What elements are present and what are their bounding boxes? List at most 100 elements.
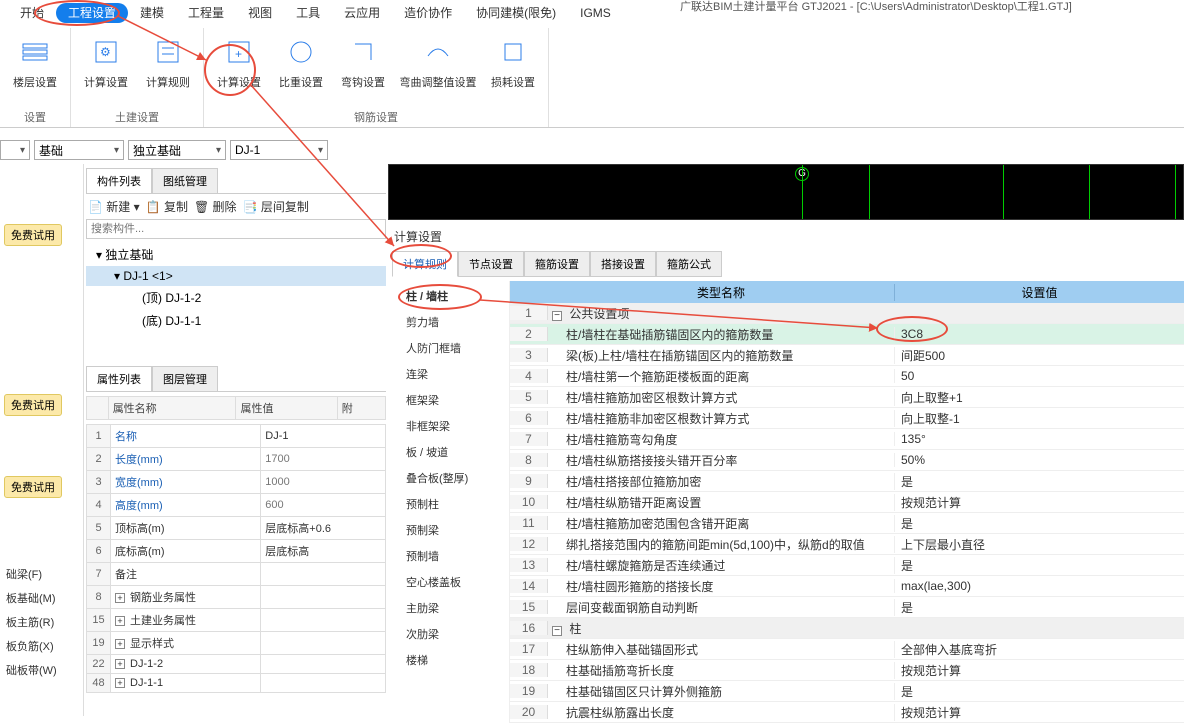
menu-quantity[interactable]: 工程量: [176, 3, 236, 23]
loss-settings-button[interactable]: 损耗设置: [486, 32, 540, 107]
calc-row[interactable]: 20抗震柱纵筋露出长度按规范计算: [510, 702, 1184, 723]
trial-button[interactable]: 免费试用: [4, 476, 62, 498]
calc-tab-lap[interactable]: 搭接设置: [590, 251, 656, 277]
calc-side-item[interactable]: 主肋梁: [388, 595, 509, 621]
calc-row[interactable]: 9柱/墙柱搭接部位箍筋加密是: [510, 471, 1184, 492]
menu-igms[interactable]: IGMS: [568, 3, 623, 23]
calc-row[interactable]: 1− 公共设置项: [510, 303, 1184, 324]
calc-side-item[interactable]: 剪力墙: [388, 309, 509, 335]
calc-side-item[interactable]: 预制梁: [388, 517, 509, 543]
search-input[interactable]: [86, 219, 386, 239]
calc-row[interactable]: 14柱/墙柱圆形箍筋的搭接长度max(lae,300): [510, 576, 1184, 597]
calc-row[interactable]: 19柱基础锚固区只计算外侧箍筋是: [510, 681, 1184, 702]
tree-item[interactable]: ▾ 独立基础: [86, 243, 386, 266]
calc-row[interactable]: 15层间变截面钢筋自动判断是: [510, 597, 1184, 618]
trial-button[interactable]: 免费试用: [4, 224, 62, 246]
calc-side-item[interactable]: 楼梯: [388, 647, 509, 673]
menu-tools[interactable]: 工具: [284, 3, 332, 23]
calc-row[interactable]: 7柱/墙柱箍筋弯勾角度135°: [510, 429, 1184, 450]
calc-row[interactable]: 2柱/墙柱在基础插筋锚固区内的箍筋数量3C8: [510, 324, 1184, 345]
tab-layer-mgmt[interactable]: 图层管理: [152, 366, 218, 391]
property-rows: 1名称DJ-12长度(mm)17003宽度(mm)10004高度(mm)6005…: [86, 424, 386, 693]
calc-side-item[interactable]: 非框架梁: [388, 413, 509, 439]
tree-item[interactable]: (底) DJ-1-1: [86, 309, 386, 332]
calc-row[interactable]: 16− 柱: [510, 618, 1184, 639]
calc-side-item[interactable]: 叠合板(整厚): [388, 465, 509, 491]
calc-row[interactable]: 12绑扎搭接范围内的箍筋间距min(5d,100)中，纵筋d的取值上下层最小直径: [510, 534, 1184, 555]
menu-cloud[interactable]: 云应用: [332, 3, 392, 23]
menu-modeling[interactable]: 建模: [128, 3, 176, 23]
menu-view[interactable]: 视图: [236, 3, 284, 23]
left-item[interactable]: 板负筋(X): [0, 634, 83, 658]
type-selector[interactable]: 独立基础: [128, 140, 226, 160]
calc-row[interactable]: 11柱/墙柱箍筋加密范围包含错开距离是: [510, 513, 1184, 534]
menu-project-settings[interactable]: 工程设置: [56, 3, 128, 23]
calc-icon: ⚙: [90, 36, 122, 68]
table-row[interactable]: 5顶标高(m)层底标高+0.6: [87, 517, 386, 540]
calc-side-item[interactable]: 预制柱: [388, 491, 509, 517]
component-selector[interactable]: DJ-1: [230, 140, 328, 160]
trial-button[interactable]: 免费试用: [4, 394, 62, 416]
table-row[interactable]: 48+ DJ-1-1: [87, 674, 386, 693]
calc-side-item[interactable]: 板 / 坡道: [388, 439, 509, 465]
calc-row[interactable]: 8柱/墙柱纵筋搭接接头错开百分率50%: [510, 450, 1184, 471]
left-item[interactable]: 板主筋(R): [0, 610, 83, 634]
grid-line: [1175, 165, 1176, 219]
new-button[interactable]: 📄 新建 ▾: [88, 198, 140, 215]
calc-row[interactable]: 6柱/墙柱箍筋非加密区根数计算方式向上取整-1: [510, 408, 1184, 429]
table-row[interactable]: 6底标高(m)层底标高: [87, 540, 386, 563]
calc-side-item[interactable]: 连梁: [388, 361, 509, 387]
calc-rules-button[interactable]: 计算规则: [141, 32, 195, 107]
calc-row[interactable]: 13柱/墙柱螺旋箍筋是否连续通过是: [510, 555, 1184, 576]
tree-item[interactable]: ▾ DJ-1 <1>: [86, 266, 386, 286]
calc-settings-button[interactable]: ⚙ 计算设置: [79, 32, 133, 107]
left-item[interactable]: 板基础(M): [0, 586, 83, 610]
menu-cost[interactable]: 造价协作: [392, 3, 464, 23]
calc-row[interactable]: 5柱/墙柱箍筋加密区根数计算方式向上取整+1: [510, 387, 1184, 408]
main-area: G 计算设置 计算规则 节点设置 箍筋设置 搭接设置 箍筋公式 柱 / 墙柱剪力…: [388, 164, 1184, 716]
calc-side-item[interactable]: 人防门框墙: [388, 335, 509, 361]
floor-settings-button[interactable]: 楼层设置: [8, 32, 62, 107]
menu-collab[interactable]: 协同建模(限免): [464, 3, 568, 23]
table-row[interactable]: 8+ 钢筋业务属性: [87, 586, 386, 609]
rebar-calc-settings-button[interactable]: + 计算设置: [212, 32, 266, 107]
category-selector[interactable]: 基础: [34, 140, 124, 160]
tab-property-list[interactable]: 属性列表: [86, 366, 152, 391]
table-row[interactable]: 7备注: [87, 563, 386, 586]
copy-button[interactable]: 📋 复制: [146, 198, 188, 215]
table-row[interactable]: 2长度(mm)1700: [87, 448, 386, 471]
calc-tab-nodes[interactable]: 节点设置: [458, 251, 524, 277]
calc-row[interactable]: 10柱/墙柱纵筋错开距离设置按规范计算: [510, 492, 1184, 513]
tree-item[interactable]: (顶) DJ-1-2: [86, 286, 386, 309]
calc-row[interactable]: 17柱纵筋伸入基础锚固形式全部伸入基底弯折: [510, 639, 1184, 660]
layer-copy-button[interactable]: 📑 层间复制: [243, 198, 309, 215]
calc-side-item[interactable]: 框架梁: [388, 387, 509, 413]
selector-blank[interactable]: [0, 140, 30, 160]
calc-row[interactable]: 18柱基础插筋弯折长度按规范计算: [510, 660, 1184, 681]
left-item[interactable]: 础板带(W): [0, 658, 83, 682]
table-row[interactable]: 4高度(mm)600: [87, 494, 386, 517]
calc-side-item[interactable]: 次肋梁: [388, 621, 509, 647]
calc-tab-rules[interactable]: 计算规则: [392, 251, 458, 277]
calc-side-item[interactable]: 柱 / 墙柱: [388, 283, 509, 309]
table-row[interactable]: 15+ 土建业务属性: [87, 609, 386, 632]
delete-button[interactable]: 🗑 删除: [194, 198, 237, 215]
tab-drawing-mgmt[interactable]: 图纸管理: [152, 168, 218, 193]
weight-settings-button[interactable]: 比重设置: [274, 32, 328, 107]
hook-settings-button[interactable]: 弯钩设置: [336, 32, 390, 107]
left-item[interactable]: 础梁(F): [0, 562, 83, 586]
calc-tab-stirrup[interactable]: 箍筋设置: [524, 251, 590, 277]
calc-side-item[interactable]: 空心楼盖板: [388, 569, 509, 595]
menu-start[interactable]: 开始: [8, 3, 56, 23]
calc-row[interactable]: 4柱/墙柱第一个箍筋距楼板面的距离50: [510, 366, 1184, 387]
calc-side-item[interactable]: 预制墙: [388, 543, 509, 569]
table-row[interactable]: 22+ DJ-1-2: [87, 655, 386, 674]
table-row[interactable]: 19+ 显示样式: [87, 632, 386, 655]
bend-adjust-button[interactable]: 弯曲调整值设置: [398, 32, 478, 107]
viewport-3d[interactable]: G: [388, 164, 1184, 220]
calc-tab-formula[interactable]: 箍筋公式: [656, 251, 722, 277]
table-row[interactable]: 3宽度(mm)1000: [87, 471, 386, 494]
table-row[interactable]: 1名称DJ-1: [87, 425, 386, 448]
tab-component-list[interactable]: 构件列表: [86, 168, 152, 193]
calc-row[interactable]: 3梁(板)上柱/墙柱在插筋锚固区内的箍筋数量间距500: [510, 345, 1184, 366]
